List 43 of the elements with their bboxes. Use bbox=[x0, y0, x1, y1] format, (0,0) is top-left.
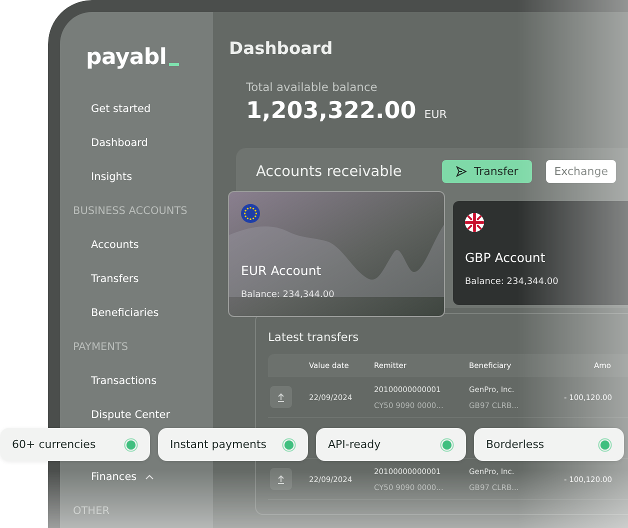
balance-amount: 1,203,322.00 bbox=[246, 98, 416, 124]
page-title: Dashboard bbox=[229, 39, 334, 59]
feature-pill: Borderless bbox=[474, 428, 624, 461]
nav-group[interactable]: Finances bbox=[91, 471, 137, 483]
section-heading: PAYMENTS bbox=[73, 341, 128, 353]
upload-icon bbox=[277, 392, 285, 402]
balance-currency: EUR bbox=[424, 108, 447, 121]
account-card[interactable]: EUR Account Balance: 234,344.00 bbox=[228, 191, 445, 317]
balance-label: Total available balance bbox=[246, 80, 378, 94]
nav-item[interactable]: Transactions bbox=[91, 375, 157, 387]
account-balance: Balance: 234,344.00 bbox=[465, 277, 560, 287]
account-card[interactable]: GBP Account Balance: 234,344.00 bbox=[453, 201, 628, 305]
exchange-button[interactable]: Exchange bbox=[546, 160, 616, 183]
nav-item[interactable]: Transfers bbox=[91, 273, 139, 285]
nav-item[interactable]: Beneficiaries bbox=[91, 307, 159, 319]
feature-pill: Instant payments bbox=[158, 428, 308, 461]
nav-item[interactable]: Get started bbox=[91, 103, 151, 115]
feature-pill: 60+ currencies bbox=[0, 428, 150, 461]
upload-icon bbox=[277, 474, 285, 484]
panel-title: Latest transfers bbox=[268, 330, 360, 344]
account-name: GBP Account bbox=[465, 250, 546, 265]
flag-icon bbox=[241, 204, 260, 223]
send-icon bbox=[456, 166, 467, 177]
flag-icon bbox=[465, 213, 484, 232]
status-dot-icon bbox=[440, 438, 454, 452]
account-balance: Balance: 234,344.00 bbox=[241, 290, 336, 300]
transfer-button[interactable]: Transfer bbox=[442, 160, 532, 183]
nav-item[interactable]: Accounts bbox=[91, 239, 139, 251]
upload-button[interactable] bbox=[270, 468, 292, 490]
feature-pill: API-ready bbox=[316, 428, 466, 461]
logo-underscore-icon bbox=[168, 63, 179, 66]
section-heading: BUSINESS ACCOUNTS bbox=[73, 205, 188, 217]
panel-title: Accounts receivable bbox=[256, 164, 403, 180]
status-dot-icon bbox=[124, 438, 138, 452]
upload-button[interactable] bbox=[270, 386, 292, 408]
status-dot-icon bbox=[598, 438, 612, 452]
logo-wordmark: payabl bbox=[86, 46, 167, 70]
account-name: EUR Account bbox=[241, 263, 322, 278]
nav-item[interactable]: Dashboard bbox=[91, 137, 148, 149]
chevron-icon[interactable] bbox=[144, 474, 154, 480]
nav-item[interactable]: Insights bbox=[91, 171, 132, 183]
status-dot-icon bbox=[282, 438, 296, 452]
nav-item[interactable]: Dispute Center bbox=[91, 409, 170, 421]
